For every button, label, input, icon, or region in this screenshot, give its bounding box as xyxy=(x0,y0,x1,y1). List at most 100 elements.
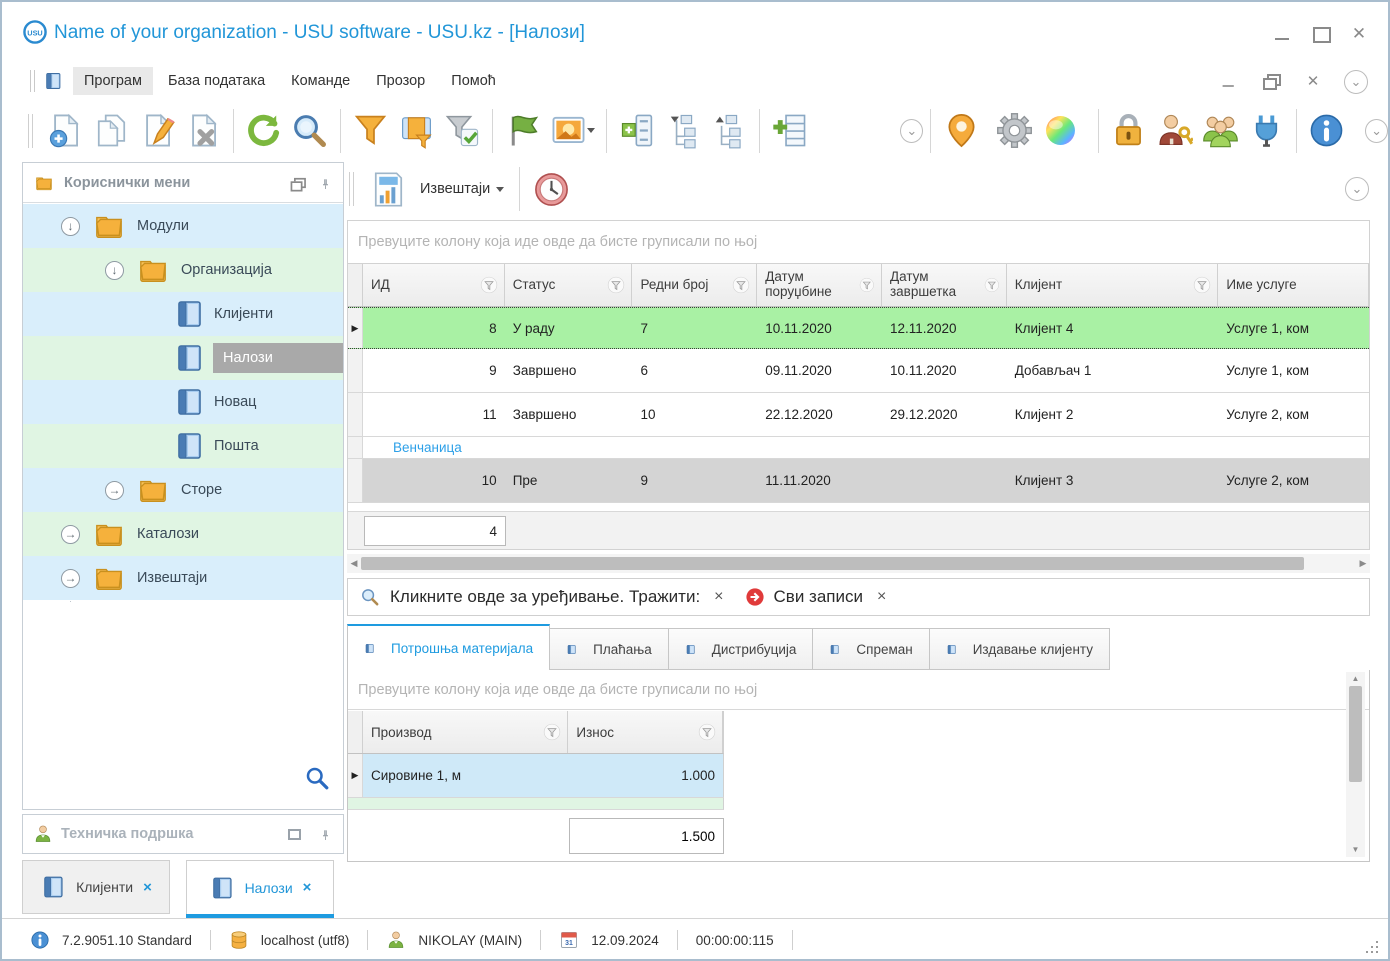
settings-gear-button[interactable] xyxy=(992,105,1038,157)
cell-Редни број[interactable]: 6 xyxy=(632,349,757,392)
tab-Дистрибуција[interactable]: Дистрибуција xyxy=(668,628,814,670)
sidebar-pin-icon[interactable] xyxy=(319,177,333,189)
column-header-ИД[interactable]: ИД xyxy=(363,264,505,306)
location-pin-button[interactable] xyxy=(938,105,984,157)
mdi-minimize-button[interactable] xyxy=(1220,76,1238,89)
table-row[interactable]: 9 Завршено 6 09.11.2020 10.11.2020 Добављач 1… xyxy=(348,349,1369,393)
sidebar-item-Модули[interactable]: ↓ Модули xyxy=(23,204,343,248)
cell-Редни број[interactable]: 10 xyxy=(632,393,757,436)
filter-apply-button[interactable] xyxy=(439,105,485,157)
table-row[interactable]: 10 Пре 9 11.11.2020 Клијент 3 Услуге 2, ком xyxy=(348,459,1369,503)
scrollbar-thumb[interactable] xyxy=(1349,686,1362,782)
tech-support-panel[interactable]: Техничка подршка xyxy=(22,814,344,854)
maximize-button[interactable] xyxy=(1310,26,1332,43)
tab-Спреман[interactable]: Спреман xyxy=(813,628,930,670)
edit-document-button[interactable] xyxy=(134,105,180,157)
tree-collapse-button[interactable] xyxy=(660,105,706,157)
filter-window-button[interactable] xyxy=(393,105,439,157)
date-label[interactable]: 12.09.2024 xyxy=(591,933,659,948)
flag-button[interactable] xyxy=(500,105,546,157)
sidebar-item-Клијенти[interactable]: Клијенти xyxy=(23,292,343,336)
color-wheel-button[interactable] xyxy=(1038,105,1084,157)
horizontal-scrollbar[interactable]: ◀ ▶ xyxy=(347,554,1370,573)
column-header-Износ[interactable]: Износ xyxy=(568,711,723,753)
table-row[interactable]: ▶ Сировине 1, м 1.000 xyxy=(348,754,724,798)
minimize-button[interactable] xyxy=(1272,26,1294,42)
filter-scope-label[interactable]: Сви записи xyxy=(774,587,863,607)
cell-Производ[interactable]: Сировине 1, м xyxy=(363,754,568,797)
cell-Име услуге[interactable]: Услуге 1, ком xyxy=(1218,308,1369,348)
sidebar-item-Организација[interactable]: ↓ Организација xyxy=(23,248,343,292)
lock-button[interactable] xyxy=(1106,105,1152,157)
cell-Име услуге[interactable]: Услуге 2, ком xyxy=(1218,393,1369,436)
current-user-label[interactable]: NIKOLAY (MAIN) xyxy=(418,933,522,948)
cell-Статус[interactable]: У раду xyxy=(505,308,633,348)
document-tab-Клијенти[interactable]: Клијенти × xyxy=(22,860,170,914)
cell-Датум завршетка[interactable]: 29.12.2020 xyxy=(882,393,1007,436)
filter-icon[interactable] xyxy=(480,276,498,294)
menu-База података[interactable]: База података xyxy=(157,67,276,95)
cell-Датум поруџбине[interactable]: 10.11.2020 xyxy=(757,308,882,348)
expand-arrow-icon[interactable]: → xyxy=(61,524,80,544)
column-header-Датум завршетка[interactable]: Датум завршетка xyxy=(882,264,1007,306)
mdi-close-button[interactable]: ✕ xyxy=(1302,74,1324,90)
tree-expand-button[interactable] xyxy=(706,105,752,157)
close-tab-icon[interactable]: × xyxy=(143,879,152,896)
menu-Помоћ[interactable]: Помоћ xyxy=(440,67,507,95)
filter-bar[interactable]: Кликните овде за уређивање. Тражити: × С… xyxy=(347,578,1370,616)
preview-label[interactable]: Венчаница xyxy=(363,437,462,458)
user-key-button[interactable] xyxy=(1152,105,1198,157)
toolbar-options-chevron[interactable]: ⌄ xyxy=(1344,70,1368,94)
scrollbar-thumb[interactable] xyxy=(361,557,1304,570)
tree-list-button[interactable] xyxy=(614,105,660,157)
filter-button[interactable] xyxy=(348,105,394,157)
cell-ИД[interactable]: 9 xyxy=(363,349,505,392)
detail-preview-row[interactable]: Венчаница xyxy=(348,437,1369,459)
toolbar-options-chevron[interactable]: ⌄ xyxy=(1365,118,1389,143)
scroll-up-arrow[interactable]: ▲ xyxy=(1352,672,1360,686)
info-button[interactable] xyxy=(1304,105,1350,157)
cell-Име услуге[interactable]: Услуге 2, ком xyxy=(1218,459,1369,502)
add-row-button[interactable] xyxy=(767,105,813,157)
column-header-Клијент[interactable]: Клијент xyxy=(1007,264,1219,306)
resize-grip[interactable] xyxy=(1364,939,1378,953)
tab-Издавање клијенту[interactable]: Издавање клијенту xyxy=(929,628,1110,670)
filter-edit-hint[interactable]: Кликните овде за уређивање. Тражити: xyxy=(390,587,700,607)
toolbar-options-chevron[interactable]: ⌄ xyxy=(900,118,924,143)
cell-Редни број[interactable]: 9 xyxy=(632,459,757,502)
scope-clear-icon[interactable]: × xyxy=(877,588,886,606)
mdi-restore-button[interactable] xyxy=(1260,74,1282,90)
column-header-Име услуге[interactable]: Име услуге xyxy=(1218,264,1370,306)
scroll-left-arrow[interactable]: ◀ xyxy=(347,558,361,569)
filter-icon[interactable] xyxy=(607,276,625,294)
filter-icon[interactable] xyxy=(732,276,750,294)
support-expand-icon[interactable] xyxy=(288,828,301,840)
filter-icon[interactable] xyxy=(543,723,561,741)
cell-Клијент[interactable]: Клијент 2 xyxy=(1007,393,1219,436)
cell-Датум завршетка[interactable]: 10.11.2020 xyxy=(882,349,1007,392)
filter-icon[interactable] xyxy=(859,276,875,294)
search-button[interactable] xyxy=(287,105,333,157)
sidebar-item-Налози[interactable]: Налози xyxy=(23,336,343,380)
table-row[interactable]: ▶ 8 У раду 7 10.11.2020 12.11.2020 Клијент 4 Ус… xyxy=(348,307,1369,349)
cell-Датум завршетка[interactable]: 12.11.2020 xyxy=(882,308,1007,348)
cell-Датум поруџбине[interactable]: 11.11.2020 xyxy=(757,459,882,502)
refresh-button[interactable] xyxy=(241,105,287,157)
sidebar-item-Извештаји[interactable]: → Извештаји xyxy=(23,556,343,600)
database-label[interactable]: localhost (utf8) xyxy=(261,933,350,948)
collapse-arrow-icon[interactable]: ↓ xyxy=(61,216,80,236)
sidebar-restore-icon[interactable] xyxy=(288,177,306,192)
menu-Програм[interactable]: Програм xyxy=(73,66,153,95)
user-group-button[interactable] xyxy=(1197,105,1243,157)
sidebar-item-Сторе[interactable]: → Сторе xyxy=(23,468,343,512)
scheduler-clock-button[interactable] xyxy=(527,163,575,215)
vertical-scrollbar[interactable]: ▲ ▼ xyxy=(1346,672,1365,857)
cell-Статус[interactable]: Пре xyxy=(505,459,633,502)
menu-Прозор[interactable]: Прозор xyxy=(365,67,436,95)
cell-Клијент[interactable]: Клијент 4 xyxy=(1007,308,1219,348)
scroll-down-arrow[interactable]: ▼ xyxy=(1352,843,1360,857)
filter-icon[interactable] xyxy=(1193,276,1211,294)
reports-button-label[interactable]: Извештаји xyxy=(420,181,490,197)
column-header-Датум поруџбине[interactable]: Датум поруџбине xyxy=(757,264,882,306)
close-button[interactable]: ✕ xyxy=(1348,25,1370,42)
